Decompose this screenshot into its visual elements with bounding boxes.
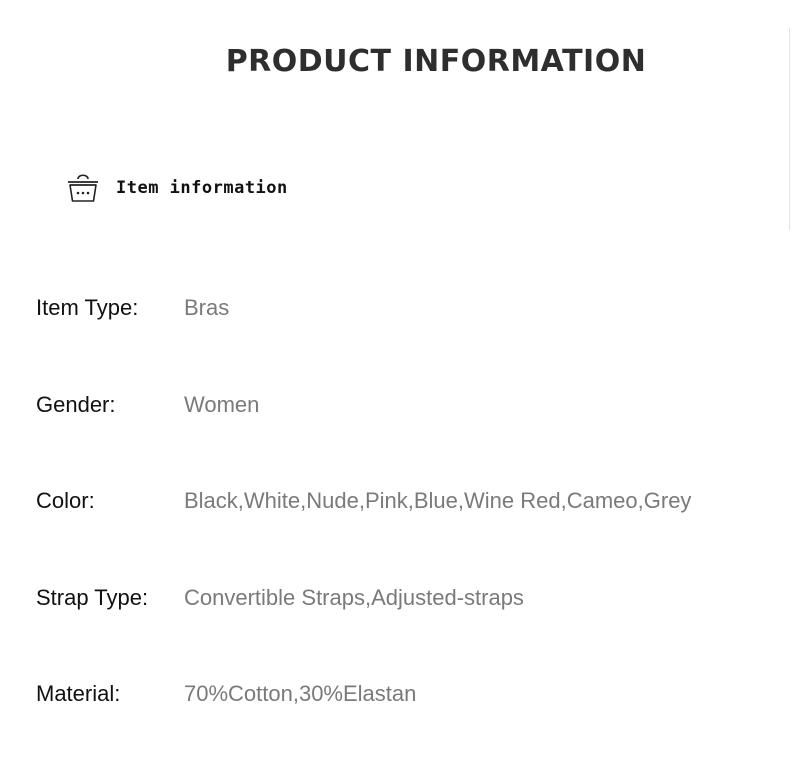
spec-row-color: Color: Black,White,Nude,Pink,Blue,Wine R… <box>36 486 691 516</box>
spec-row-gender: Gender: Women <box>36 390 259 420</box>
section-header: Item information <box>66 170 288 206</box>
spec-label: Color: <box>36 488 95 513</box>
spec-value: Women <box>184 392 260 417</box>
spec-row-item-type: Item Type: Bras <box>36 293 229 323</box>
section-title: Item information <box>116 178 288 198</box>
basket-icon <box>68 174 98 202</box>
spec-value: Black,White,Nude,Pink,Blue,Wine Red,Came… <box>184 488 692 513</box>
page-title: PRODUCT INFORMATION <box>225 44 647 79</box>
spec-label: Strap Type: <box>36 585 149 610</box>
spec-value: Convertible Straps,Adjusted-straps <box>184 585 524 610</box>
divider <box>789 28 790 230</box>
spec-row-material: Material: 70%Cotton,30%Elastan <box>36 679 416 709</box>
spec-label: Gender: <box>36 392 116 417</box>
spec-label: Item Type: <box>36 295 139 320</box>
spec-label: Material: <box>36 681 121 706</box>
spec-value: Bras <box>184 295 230 320</box>
spec-row-strap-type: Strap Type: Convertible Straps,Adjusted-… <box>36 583 524 613</box>
spec-value: 70%Cotton,30%Elastan <box>184 681 417 706</box>
